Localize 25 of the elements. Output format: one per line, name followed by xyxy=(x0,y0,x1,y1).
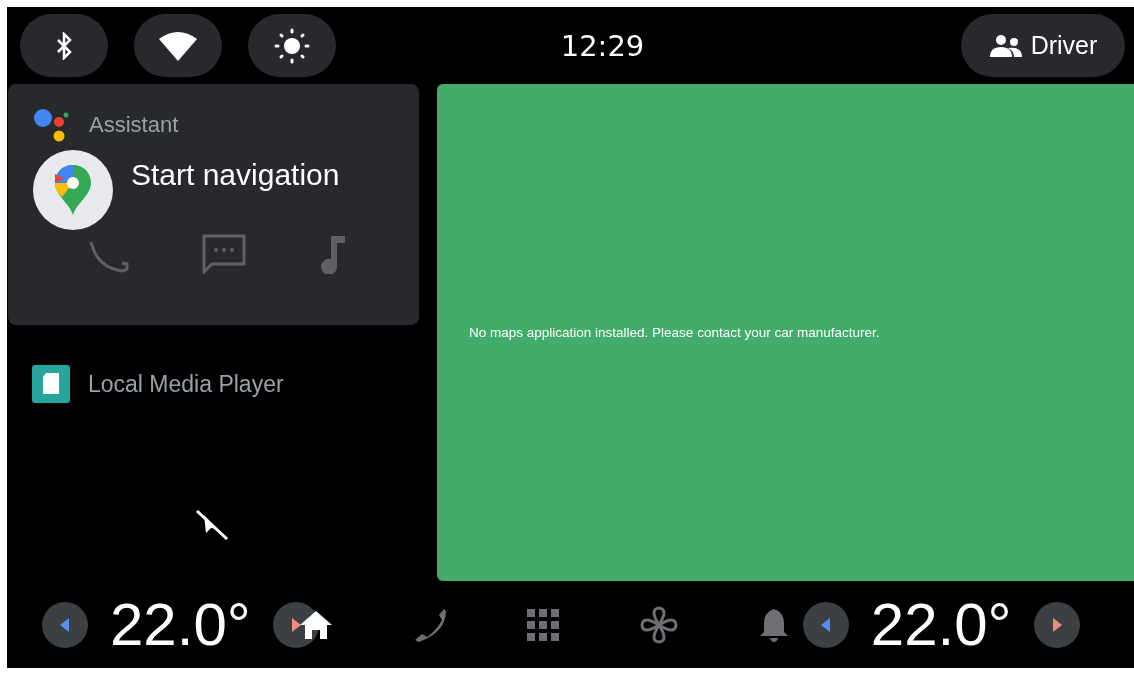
media-title: Local Media Player xyxy=(88,370,284,398)
suggestion-text: Start navigation xyxy=(131,158,340,192)
temperature: 22.0° xyxy=(110,590,251,659)
home-button[interactable] xyxy=(298,609,333,640)
profile-button[interactable]: Driver xyxy=(961,14,1125,77)
temp-down-button[interactable] xyxy=(42,601,88,648)
sd-card-icon xyxy=(32,365,70,403)
sun-icon xyxy=(274,27,310,64)
right-arrow-icon xyxy=(1051,617,1062,632)
wifi-icon xyxy=(158,30,198,61)
left-arrow-icon xyxy=(60,617,70,632)
bluetooth-icon xyxy=(56,31,72,60)
people-icon xyxy=(988,34,1023,57)
cursor-off-icon xyxy=(195,509,231,543)
app-grid-button[interactable] xyxy=(526,608,559,641)
assistant-label: Assistant xyxy=(89,112,179,138)
map-message: No maps application installed. Please contact your car manufacturer. xyxy=(469,325,880,340)
media-card[interactable]: Local Media Player xyxy=(32,365,419,403)
clock: 12:29 xyxy=(559,28,646,63)
fan-button[interactable] xyxy=(638,604,679,645)
right-arrow-icon xyxy=(290,617,301,632)
left-arrow-icon xyxy=(820,617,831,632)
assistant-icon xyxy=(33,108,69,142)
temperature: 22.0° xyxy=(870,590,1012,659)
notifications-button[interactable] xyxy=(758,606,789,643)
